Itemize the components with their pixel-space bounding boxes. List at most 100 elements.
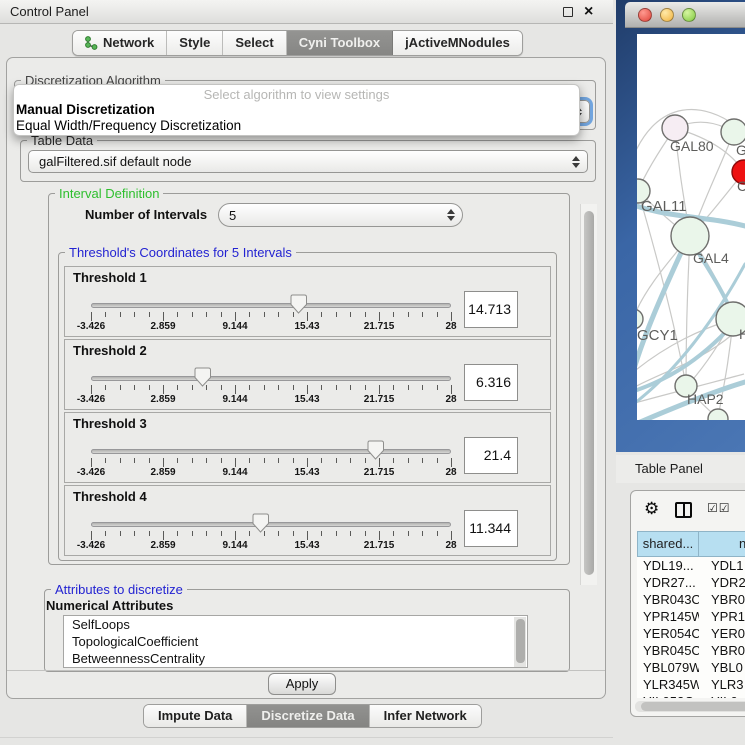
- threshold-value-field[interactable]: 6.316: [464, 364, 518, 401]
- slider-track[interactable]: [91, 449, 451, 454]
- tick-mark: [235, 312, 236, 321]
- column-header-shared[interactable]: shared...: [637, 531, 699, 557]
- table-hscrollbar[interactable]: [635, 701, 745, 712]
- tab-label: jActiveMNodules: [405, 31, 510, 55]
- num-intervals-label: Number of Intervals: [85, 207, 207, 222]
- table-cell[interactable]: YBR045C: [637, 642, 699, 659]
- table-data-combobox[interactable]: galFiltered.sif default node: [28, 150, 588, 173]
- slider-ticks: [91, 385, 451, 394]
- tab-discretize-data[interactable]: Discretize Data: [247, 705, 369, 727]
- threshold-label: Threshold 1: [73, 270, 147, 285]
- attr-items: SelfLoopsTopologicalCoefficientBetweenne…: [64, 616, 527, 667]
- tab-network[interactable]: Network: [73, 31, 167, 55]
- slider-track[interactable]: [91, 376, 451, 381]
- apply-button[interactable]: Apply: [268, 673, 336, 695]
- table-row[interactable]: YBR043CYBR0: [637, 591, 745, 608]
- slider-axis-labels: -3.4262.8599.14415.4321.71528: [91, 321, 451, 334]
- zoom-traffic-light-icon[interactable]: [682, 8, 696, 22]
- list-item[interactable]: TopologicalCoefficient: [64, 633, 527, 650]
- table-cell[interactable]: YDR27...: [637, 574, 699, 591]
- slider-handle[interactable]: [290, 294, 307, 314]
- attributes-scrollbar-thumb[interactable]: [516, 619, 525, 663]
- axis-tick-label: 28: [445, 321, 456, 332]
- network-canvas[interactable]: GAL80 GA C GAL11 GAL4 GCY1 H HAP2: [637, 34, 745, 420]
- table-cell[interactable]: YPR1: [699, 608, 745, 625]
- axis-tick-label: 28: [445, 467, 456, 478]
- tick-mark: [379, 385, 380, 394]
- column-header-name[interactable]: n...: [699, 531, 745, 557]
- node-gcy1[interactable]: [637, 309, 643, 329]
- table-cell[interactable]: YLR345W: [637, 676, 699, 693]
- slider-handle[interactable]: [252, 513, 269, 533]
- slider-track[interactable]: [91, 303, 451, 308]
- table-row[interactable]: YDL19...YDL1: [637, 557, 745, 574]
- tick-mark: [422, 458, 423, 463]
- table-cell[interactable]: YER0: [699, 625, 745, 642]
- settings-scrollbar[interactable]: [580, 204, 597, 585]
- tick-mark: [393, 385, 394, 390]
- tick-mark: [91, 385, 92, 394]
- slider-axis-labels: -3.4262.8599.14415.4321.71528: [91, 467, 451, 480]
- tab-jactivemnodules[interactable]: jActiveMNodules: [393, 31, 522, 55]
- num-intervals-combobox[interactable]: 5: [218, 203, 463, 227]
- table-cell[interactable]: YDL19...: [637, 557, 699, 574]
- attributes-scrollbar[interactable]: [514, 617, 526, 668]
- table-cell[interactable]: YLR3: [699, 676, 745, 693]
- table-cell[interactable]: YIL052C: [637, 693, 699, 698]
- columns-icon[interactable]: [675, 502, 692, 518]
- tick-mark: [221, 385, 222, 390]
- table-row[interactable]: YDR27...YDR2: [637, 574, 745, 591]
- table-cell[interactable]: YDL1: [699, 557, 745, 574]
- tab-impute-data[interactable]: Impute Data: [144, 705, 247, 727]
- table-cell[interactable]: YDR2: [699, 574, 745, 591]
- table-row[interactable]: YLR345WYLR3: [637, 676, 745, 693]
- close-icon[interactable]: ×: [584, 0, 593, 23]
- threshold-value-field[interactable]: 14.713: [464, 291, 518, 328]
- tab-infer-network[interactable]: Infer Network: [370, 705, 481, 727]
- close-traffic-light-icon[interactable]: [638, 8, 652, 22]
- tick-mark: [437, 458, 438, 463]
- threshold-value-field[interactable]: 21.4: [464, 437, 518, 474]
- table-cell[interactable]: YER054C: [637, 625, 699, 642]
- table-hscrollbar-thumb[interactable]: [641, 702, 745, 711]
- table-row[interactable]: YBL079WYBL0: [637, 659, 745, 676]
- tick-mark: [408, 312, 409, 317]
- tab-select[interactable]: Select: [223, 31, 286, 55]
- dropdown-item-manual-discretization[interactable]: Manual Discretization: [16, 102, 155, 117]
- table-cell[interactable]: YPR145W: [637, 608, 699, 625]
- table-cell[interactable]: YBL0: [699, 659, 745, 676]
- axis-tick-label: -3.426: [77, 540, 105, 551]
- tab-style[interactable]: Style: [167, 31, 223, 55]
- threshold-label: Threshold 4: [73, 489, 147, 504]
- network-window-titlebar[interactable]: [625, 2, 745, 28]
- tick-mark: [91, 458, 92, 467]
- settings-scrollbar-thumb[interactable]: [584, 211, 594, 575]
- table-cell[interactable]: YBL079W: [637, 659, 699, 676]
- slider-handle[interactable]: [367, 440, 384, 460]
- threshold-value-field[interactable]: 11.344: [464, 510, 518, 547]
- tab-cyni-toolbox[interactable]: Cyni Toolbox: [287, 31, 393, 55]
- slider-handle[interactable]: [194, 367, 211, 387]
- table-cell[interactable]: YIL0: [699, 693, 745, 698]
- table-cell[interactable]: YBR0: [699, 642, 745, 659]
- table-row[interactable]: YPR145WYPR1: [637, 608, 745, 625]
- float-window-icon[interactable]: [563, 7, 573, 17]
- screen: Control Panel × Network Style Select Cyn…: [0, 0, 745, 745]
- table-cell[interactable]: YBR043C: [637, 591, 699, 608]
- table-cell[interactable]: YBR0: [699, 591, 745, 608]
- list-item[interactable]: SelfLoops: [64, 616, 527, 633]
- table-row[interactable]: YER054CYER0: [637, 625, 745, 642]
- node-label-hap2: HAP2: [687, 391, 724, 407]
- table-row[interactable]: YBR045CYBR0: [637, 642, 745, 659]
- table-row[interactable]: YIL052CYIL0: [637, 693, 745, 698]
- node-cut-bottom[interactable]: [708, 409, 728, 420]
- select-checkboxes-icon[interactable]: ☑☑: [707, 501, 731, 515]
- tick-mark: [91, 312, 92, 321]
- gear-icon[interactable]: ⚙: [644, 499, 659, 519]
- list-item[interactable]: BetweennessCentrality: [64, 650, 527, 667]
- minimize-traffic-light-icon[interactable]: [660, 8, 674, 22]
- axis-tick-label: 21.715: [364, 540, 395, 551]
- tick-mark: [192, 458, 193, 463]
- dropdown-item-equal-width-frequency[interactable]: Equal Width/Frequency Discretization: [16, 118, 241, 133]
- slider-track[interactable]: [91, 522, 451, 527]
